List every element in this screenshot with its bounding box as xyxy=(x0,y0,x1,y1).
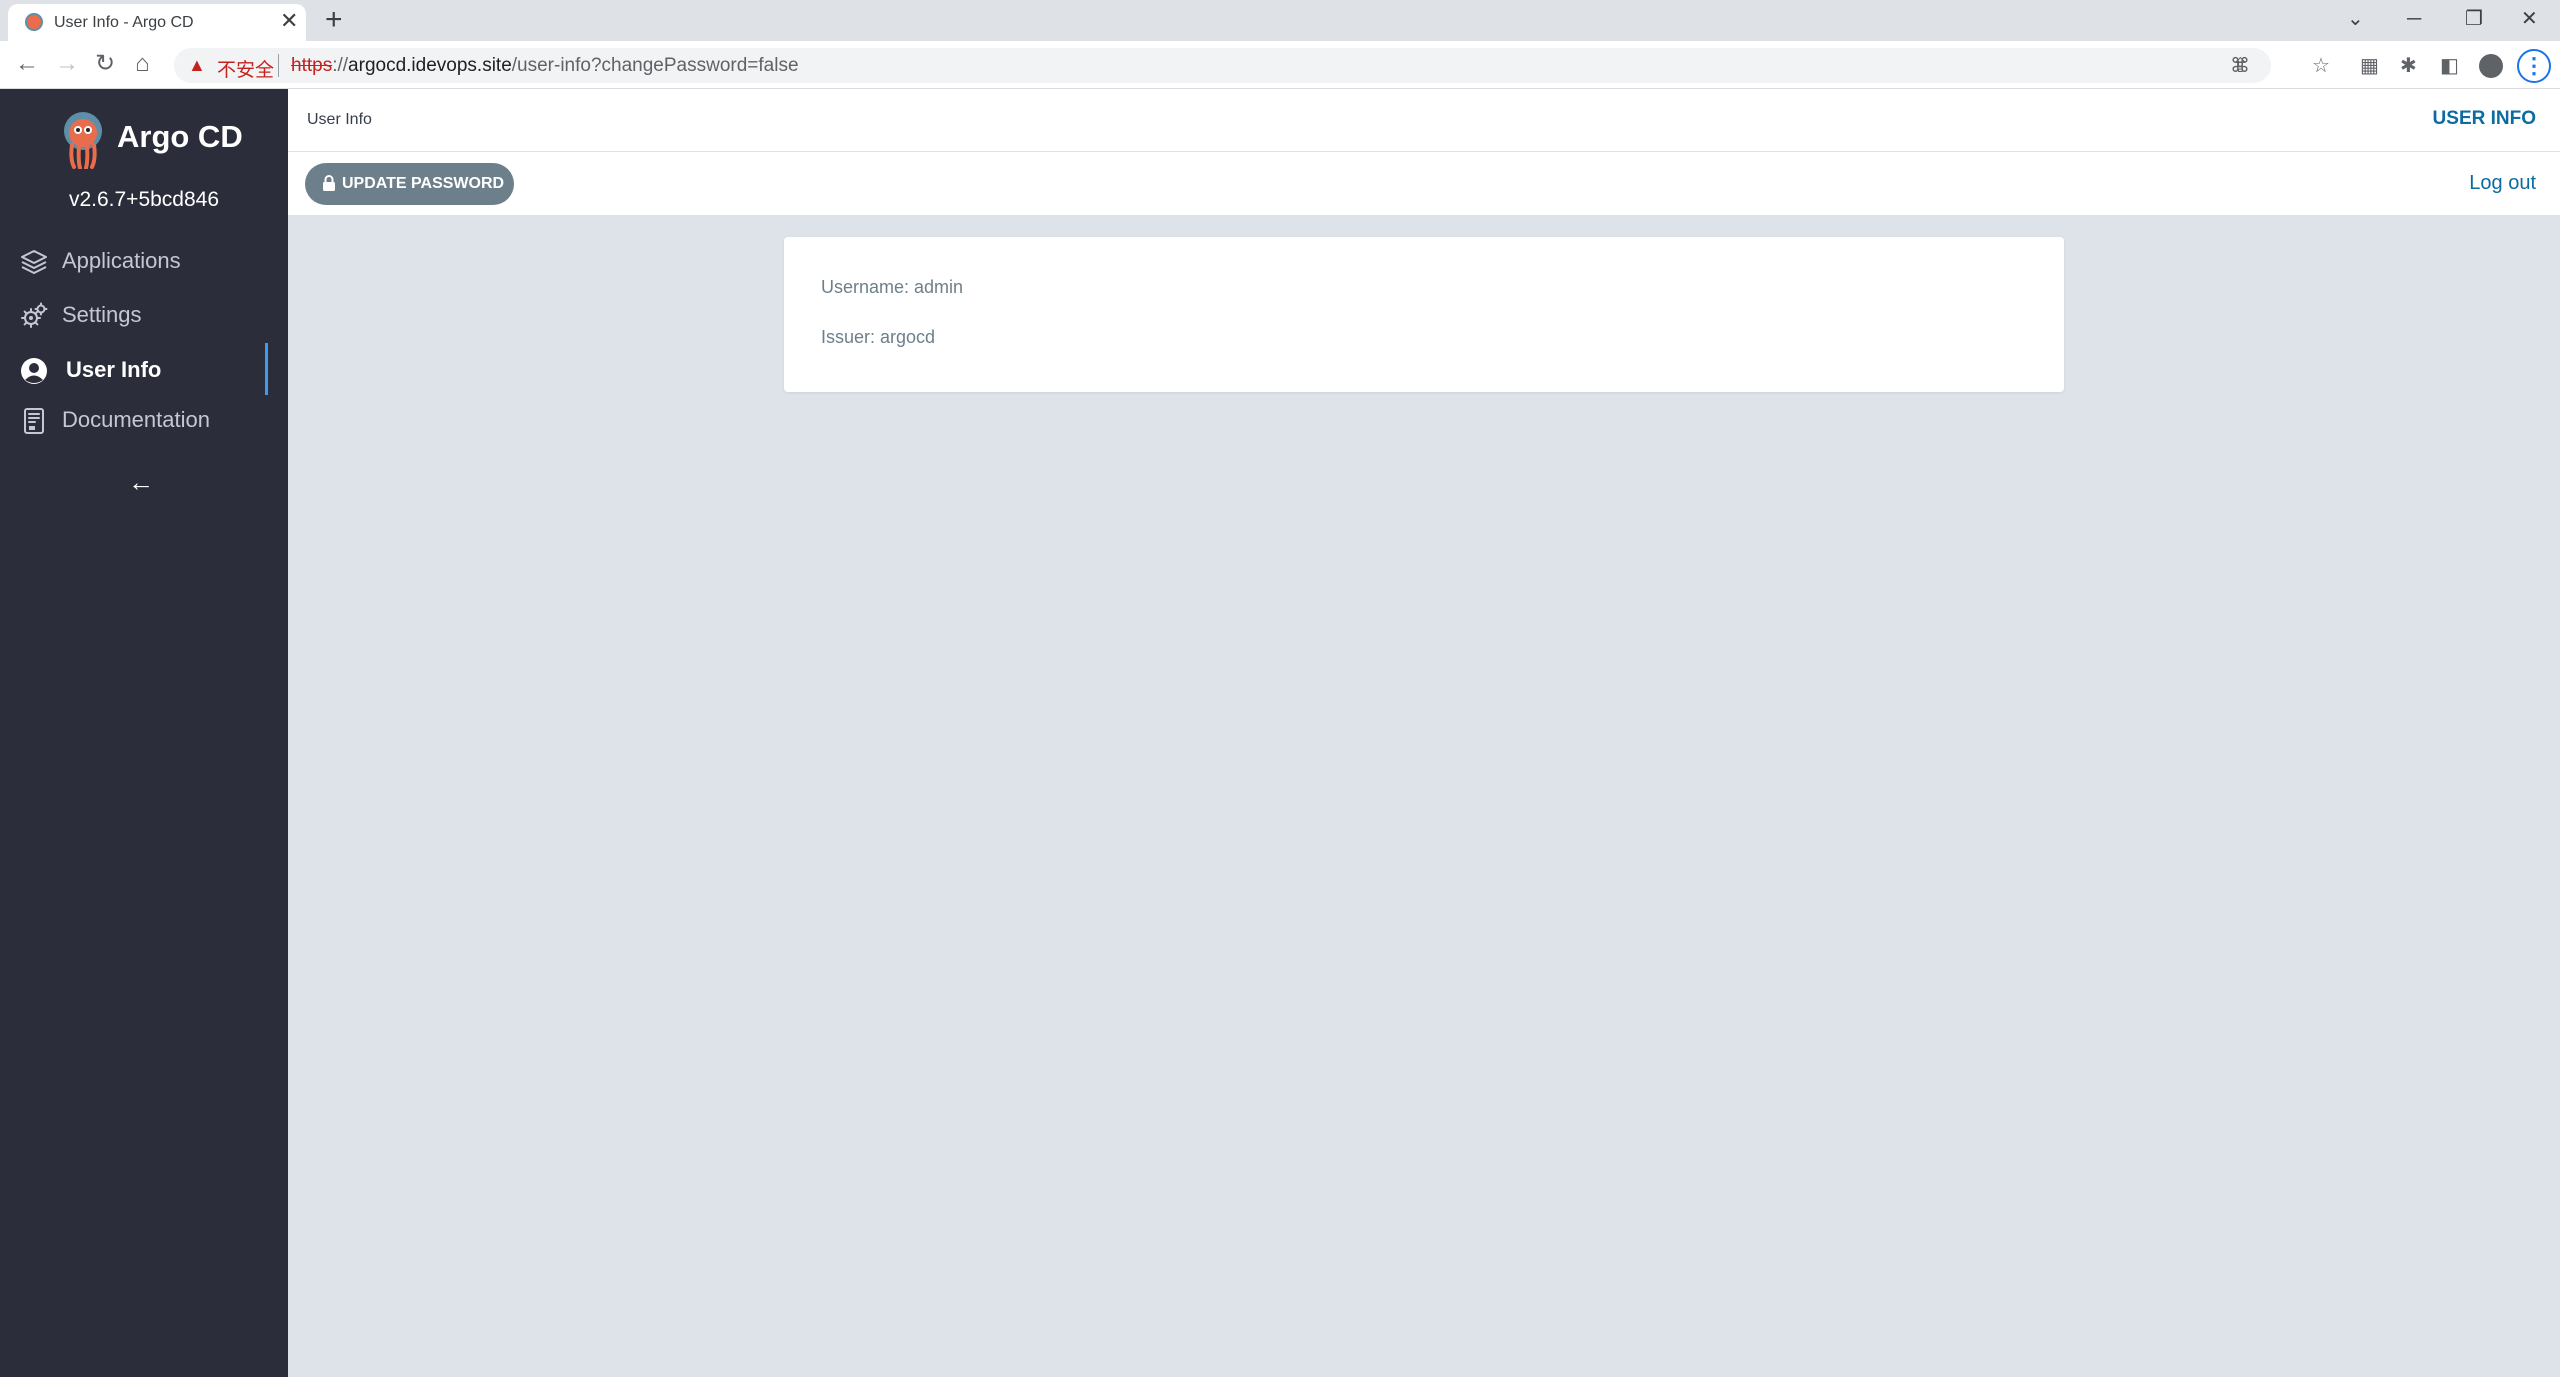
address-bar[interactable]: ▲ 不安全 https://argocd.idevops.site/user-i… xyxy=(174,48,2271,83)
bookmark-star-icon[interactable]: ☆ xyxy=(2312,54,2330,78)
argo-logo-icon[interactable] xyxy=(60,111,106,169)
browser-tab[interactable]: User Info - Argo CD ✕ xyxy=(8,4,306,41)
gears-icon xyxy=(21,302,48,328)
tab-title: User Info - Argo CD xyxy=(54,14,194,31)
restore-button[interactable]: ❐ xyxy=(2465,4,2483,34)
qr-code-icon[interactable]: ▦ xyxy=(2360,54,2379,78)
browser-tabstrip: User Info - Argo CD ✕ + ⌄ ─ ❐ ✕ xyxy=(0,0,2560,41)
sidebar-item-label: Applications xyxy=(62,248,181,273)
security-label[interactable]: 不安全 xyxy=(217,55,274,82)
sidebar-item-label: User Info xyxy=(66,357,162,382)
tab-close-icon[interactable]: ✕ xyxy=(280,9,298,33)
top-bar: User Info USER INFO xyxy=(288,89,2560,152)
update-password-button[interactable]: UPDATE PASSWORD xyxy=(305,163,514,205)
browser-toolbar: ← → ↻ ⌂ ▲ 不安全 https://argocd.idevops.sit… xyxy=(0,41,2560,89)
breadcrumb[interactable]: User Info xyxy=(307,111,372,129)
book-icon xyxy=(24,408,44,434)
home-button[interactable]: ⌂ xyxy=(135,47,150,81)
argo-favicon-icon xyxy=(25,13,43,31)
tab-search-icon[interactable]: ⌄ xyxy=(2347,4,2364,34)
new-tab-button[interactable]: + xyxy=(325,3,343,37)
extensions-icon[interactable]: ✱ xyxy=(2400,54,2417,78)
sidebar-item-applications[interactable]: Applications xyxy=(0,235,270,287)
reload-button[interactable]: ↻ xyxy=(95,47,115,81)
sidebar-item-label: Documentation xyxy=(62,407,210,432)
app-name: Argo CD xyxy=(117,119,243,154)
username-text: Username: admin xyxy=(821,277,964,297)
sidebar-item-label: Settings xyxy=(62,302,142,327)
sidebar-item-user-info[interactable]: User Info xyxy=(0,344,270,396)
user-circle-icon xyxy=(21,358,47,384)
issuer-text: Issuer: argocd xyxy=(821,327,936,347)
user-info-card: Username: admin Issuer: argocd xyxy=(784,237,2064,392)
user-info-link[interactable]: USER INFO xyxy=(2433,108,2536,130)
close-window-button[interactable]: ✕ xyxy=(2521,4,2538,34)
update-password-label: UPDATE PASSWORD xyxy=(342,175,505,192)
back-button[interactable]: ← xyxy=(15,47,39,81)
warning-icon: ▲ xyxy=(188,55,206,75)
translate-icon[interactable]: ⌘ xyxy=(2230,54,2250,78)
active-indicator xyxy=(265,343,268,395)
sidebar-item-documentation[interactable]: Documentation xyxy=(0,394,270,446)
url-text[interactable]: https://argocd.idevops.site/user-info?ch… xyxy=(291,55,799,77)
minimize-button[interactable]: ─ xyxy=(2407,4,2421,34)
url-path: /user-info?changePassword=false xyxy=(511,55,799,76)
action-bar: UPDATE PASSWORD Log out xyxy=(288,152,2560,215)
sidebar-item-settings[interactable]: Settings xyxy=(0,289,270,341)
collapse-sidebar-icon[interactable]: ← xyxy=(128,467,154,497)
logout-link[interactable]: Log out xyxy=(2469,172,2536,195)
omnibox-divider xyxy=(278,54,279,77)
profile-avatar-icon[interactable] xyxy=(2479,54,2503,78)
url-scheme: https xyxy=(291,55,333,76)
forward-button[interactable]: → xyxy=(55,47,79,81)
lock-icon xyxy=(323,175,335,191)
version-label: v2.6.7+5bcd846 xyxy=(68,188,220,211)
url-host: argocd.idevops.site xyxy=(348,55,512,76)
browser-menu-icon[interactable]: ⋮ xyxy=(2517,49,2551,83)
layers-icon xyxy=(21,250,47,274)
side-panel-icon[interactable]: ◧ xyxy=(2440,54,2459,78)
url-separator: :// xyxy=(332,55,349,76)
sidebar: Argo CD v2.6.7+5bcd846 Applications Sett… xyxy=(0,89,288,1377)
